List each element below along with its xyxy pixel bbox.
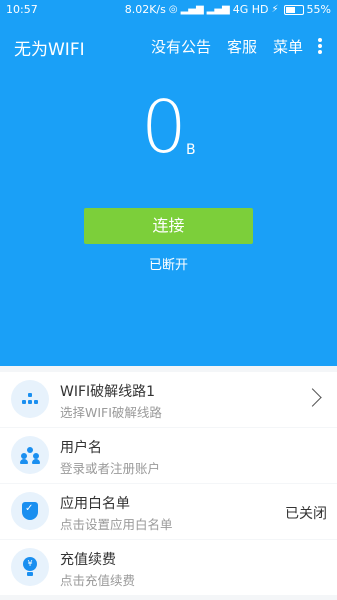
list-item-username[interactable]: 用户名 登录或者注册账户 [0,428,337,483]
recharge-title: 充值续费 [60,552,116,568]
line-subtitle: 选择WIFI破解线路 [60,405,162,420]
top-menu: 没有公告 客服 菜单 [151,36,303,57]
signal-icon: ▂▄▆ [180,4,204,15]
chevron-right-icon [303,388,322,407]
menu-button[interactable]: 菜单 [273,36,303,57]
whitelist-status: 已关闭 [285,506,327,522]
status-time: 10:57 [6,3,38,16]
users-icon [11,436,49,474]
list-item-whitelist[interactable]: 应用白名单 点击设置应用白名单 已关闭 [0,484,337,539]
status-right: 8.02K/s ◎ ▂▄▆ ▂▄▆ 4G HD ⚡ 55% [125,3,331,16]
announcement-button[interactable]: 没有公告 [151,36,211,57]
shield-icon [11,492,49,530]
alarm-icon: ◎ [168,4,178,15]
list-item-line[interactable]: WIFI破解线路1 选择WIFI破解线路 [0,372,337,427]
header-panel: 10:57 8.02K/s ◎ ▂▄▆ ▂▄▆ 4G HD ⚡ 55% 无为WI… [0,0,337,366]
traffic-unit: B [186,142,196,158]
connect-button[interactable]: 连接 [84,208,253,244]
status-speed: 8.02K/s [124,3,166,16]
more-options-icon[interactable] [317,37,323,55]
battery-icon [283,4,304,15]
list-item-recharge[interactable]: ¥ 充值续费 点击充值续费 [0,540,337,595]
signal-2-icon: ▂▄▆ [206,4,230,15]
wifi-dots-icon [11,380,49,418]
connection-status: 已断开 [148,258,188,273]
status-bar: 10:57 8.02K/s ◎ ▂▄▆ ▂▄▆ 4G HD ⚡ 55% [0,0,337,20]
username-subtitle: 登录或者注册账户 [60,461,161,476]
status-network: 4G HD [232,3,269,16]
line-title: WIFI破解线路1 [60,384,156,400]
settings-list: WIFI破解线路1 选择WIFI破解线路 用户名 登录或者注册账户 应用白名单 … [0,372,337,596]
bulb-yen-icon: ¥ [11,548,49,586]
whitelist-title: 应用白名单 [60,496,130,512]
username-title: 用户名 [60,440,102,456]
app-title: 无为WIFI [14,40,85,60]
traffic-value: 0 [141,85,187,169]
status-battery: 55% [306,3,331,16]
customer-service-button[interactable]: 客服 [227,36,257,57]
whitelist-subtitle: 点击设置应用白名单 [60,517,173,532]
charging-icon: ⚡ [271,4,279,15]
recharge-subtitle: 点击充值续费 [60,573,136,588]
traffic-display: 0 B [0,84,337,174]
app-bar: 无为WIFI 没有公告 客服 菜单 [0,30,337,64]
